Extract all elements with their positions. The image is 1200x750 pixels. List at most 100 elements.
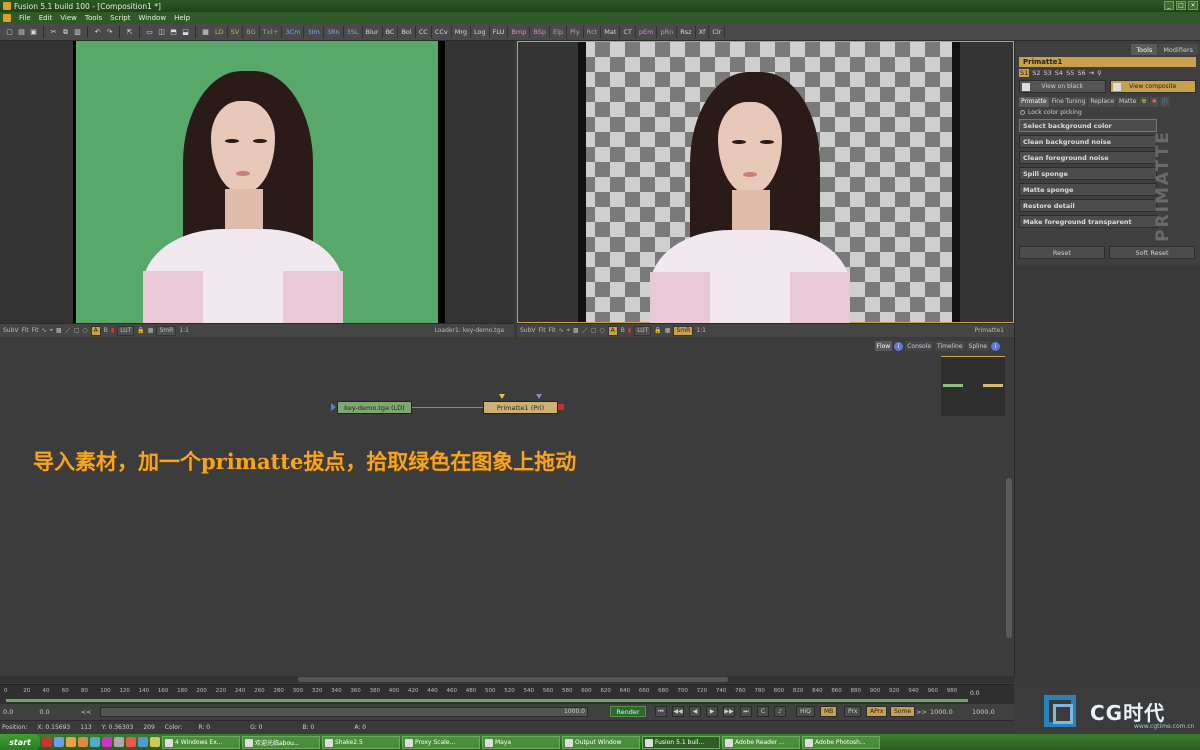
- subtab-replace[interactable]: Replace: [1088, 96, 1117, 107]
- global-end[interactable]: 1000.0: [972, 706, 995, 717]
- tool-button-ld[interactable]: LD: [212, 26, 228, 38]
- copy-icon[interactable]: ⧉: [60, 27, 71, 38]
- primatte-mask-input[interactable]: [536, 394, 542, 399]
- menu-edit[interactable]: Edit: [39, 14, 53, 22]
- render-button[interactable]: Render: [610, 706, 646, 717]
- wand-icon[interactable]: ⚲: [1097, 69, 1102, 77]
- quicklaunch-icon[interactable]: [66, 737, 76, 747]
- scroll-thumb[interactable]: [298, 677, 728, 682]
- op-clean-foreground-noise[interactable]: Clean foreground noise: [1019, 151, 1157, 164]
- rect-icon[interactable]: ▢: [74, 327, 80, 334]
- tool-button-ct[interactable]: CT: [620, 26, 636, 38]
- roi-icon[interactable]: ⌖: [50, 327, 53, 335]
- tab-timeline[interactable]: Timeline: [935, 341, 965, 351]
- tool-button-mrg[interactable]: Mrg: [452, 26, 472, 38]
- cut-icon[interactable]: ✂: [48, 27, 59, 38]
- primatte-output[interactable]: [558, 404, 564, 410]
- tool-button-pem[interactable]: pEm: [636, 26, 658, 38]
- tool-button-rsz[interactable]: Rsz: [677, 26, 696, 38]
- global-start[interactable]: 0.0: [0, 707, 16, 717]
- taskbar-item[interactable]: Maya: [482, 735, 560, 749]
- menu-view[interactable]: View: [60, 14, 77, 22]
- op-matte-sponge[interactable]: Matte sponge: [1019, 183, 1157, 196]
- pointer-icon[interactable]: ⇱: [124, 27, 135, 38]
- menu-window[interactable]: Window: [138, 14, 166, 22]
- start-button[interactable]: start: [0, 734, 40, 750]
- radioactive-icon[interactable]: ☢: [1139, 96, 1149, 107]
- rect-icon[interactable]: ▢: [591, 327, 597, 334]
- rewind-icon[interactable]: <<: [78, 707, 95, 717]
- primatte-fg-input[interactable]: [499, 394, 505, 399]
- minimize-button[interactable]: _: [1164, 1, 1174, 10]
- channel-a-button[interactable]: A: [90, 325, 101, 336]
- color-channels-icon[interactable]: ▮: [111, 327, 114, 334]
- render-start[interactable]: 0.0: [36, 707, 52, 717]
- soft-reset-button[interactable]: Soft Reset: [1109, 246, 1195, 259]
- grid-icon[interactable]: ▦: [200, 27, 211, 38]
- tab-tools[interactable]: Tools: [1131, 44, 1158, 55]
- ratio-label[interactable]: 1:1: [696, 327, 706, 334]
- tool-button-rct[interactable]: Rct: [584, 26, 602, 38]
- info-icon[interactable]: ⓘ: [1159, 96, 1170, 107]
- color-channels-icon[interactable]: ▮: [628, 327, 631, 334]
- ruler[interactable]: 0 20 40 60 80 100 120 140 160 180 200 220 240 260 280 3…: [4, 687, 968, 703]
- settings-icon[interactable]: ✱: [1149, 96, 1159, 107]
- brush-icon[interactable]: ／: [65, 326, 71, 335]
- layout-bottom-icon[interactable]: ⬓: [180, 27, 191, 38]
- info-icon[interactable]: i: [991, 341, 1000, 351]
- op-spill-sponge[interactable]: Spill sponge: [1019, 167, 1157, 180]
- subtab-fine-tuning[interactable]: Fine Tuning: [1049, 96, 1088, 107]
- lut-button[interactable]: LUT: [117, 325, 135, 336]
- tool-button-sv[interactable]: SV: [228, 26, 244, 38]
- tool-button-bc[interactable]: BC: [383, 26, 399, 38]
- channel-b-button[interactable]: B: [621, 327, 625, 334]
- slot-s5[interactable]: S5: [1066, 69, 1074, 77]
- fusion-menu-icon[interactable]: [3, 14, 11, 22]
- tool-header[interactable]: Primatte1: [1019, 57, 1196, 67]
- loop-icon[interactable]: C: [757, 706, 769, 717]
- quicklaunch-icon[interactable]: [54, 737, 64, 747]
- tool-button-xf[interactable]: Xf: [696, 26, 710, 38]
- smr-button[interactable]: SmR: [156, 325, 177, 336]
- fit-dropdown[interactable]: Fit: [549, 327, 556, 334]
- slot-s1[interactable]: S1: [1019, 69, 1030, 77]
- taskbar-item[interactable]: Proxy Scale...: [402, 735, 480, 749]
- tool-button-3sl[interactable]: 3SL: [344, 26, 363, 38]
- channel-b-button[interactable]: B: [104, 327, 108, 334]
- quicklaunch-icon[interactable]: [42, 737, 52, 747]
- menu-tools[interactable]: Tools: [85, 14, 102, 22]
- open-file-icon[interactable]: ▤: [16, 27, 27, 38]
- lut-button[interactable]: LUT: [634, 325, 652, 336]
- op-clean-background-noise[interactable]: Clean background noise: [1019, 135, 1157, 148]
- fit-button[interactable]: Fit: [22, 327, 29, 334]
- slot-s3[interactable]: S3: [1044, 69, 1052, 77]
- circle-icon[interactable]: ○: [599, 327, 604, 334]
- op-restore-detail[interactable]: Restore detail: [1019, 199, 1157, 212]
- prev-frame-icon[interactable]: ◀◀: [672, 706, 684, 717]
- quicklaunch-icon[interactable]: [102, 737, 112, 747]
- quicklaunch-icon[interactable]: [78, 737, 88, 747]
- tool-button-blur[interactable]: Blur: [363, 26, 383, 38]
- flow-navigator[interactable]: [941, 356, 1005, 416]
- redo-icon[interactable]: ↷: [104, 27, 115, 38]
- play-icon[interactable]: ▶: [706, 706, 718, 717]
- tool-button-bol[interactable]: Bol: [398, 26, 416, 38]
- tab-flow[interactable]: Flow: [874, 341, 893, 351]
- subview-dropdown[interactable]: SubV: [3, 327, 19, 334]
- save-file-icon[interactable]: ▣: [28, 27, 39, 38]
- new-file-icon[interactable]: ▢: [4, 27, 15, 38]
- tool-button-3im[interactable]: 3Im: [304, 26, 324, 38]
- menu-file[interactable]: File: [19, 14, 31, 22]
- gradient-icon[interactable]: ▩: [573, 327, 579, 334]
- tool-button-3rn[interactable]: 3Rn: [324, 26, 344, 38]
- tool-button-log[interactable]: Log: [471, 26, 490, 38]
- fit-dropdown[interactable]: Fit: [32, 327, 39, 334]
- flow-vertical-scrollbar[interactable]: [1006, 478, 1012, 638]
- right-viewer[interactable]: [517, 41, 1014, 324]
- play-reverse-icon[interactable]: ◀: [689, 706, 701, 717]
- taskbar-item-active[interactable]: Fusion 5.1 buil...: [642, 735, 720, 749]
- flow-horizontal-scrollbar[interactable]: [0, 676, 1014, 683]
- loader-node[interactable]: key-demo.tga (LD): [337, 401, 412, 414]
- fit-button[interactable]: Fit: [539, 327, 546, 334]
- op-make-foreground-transparent[interactable]: Make foreground transparent: [1019, 215, 1157, 228]
